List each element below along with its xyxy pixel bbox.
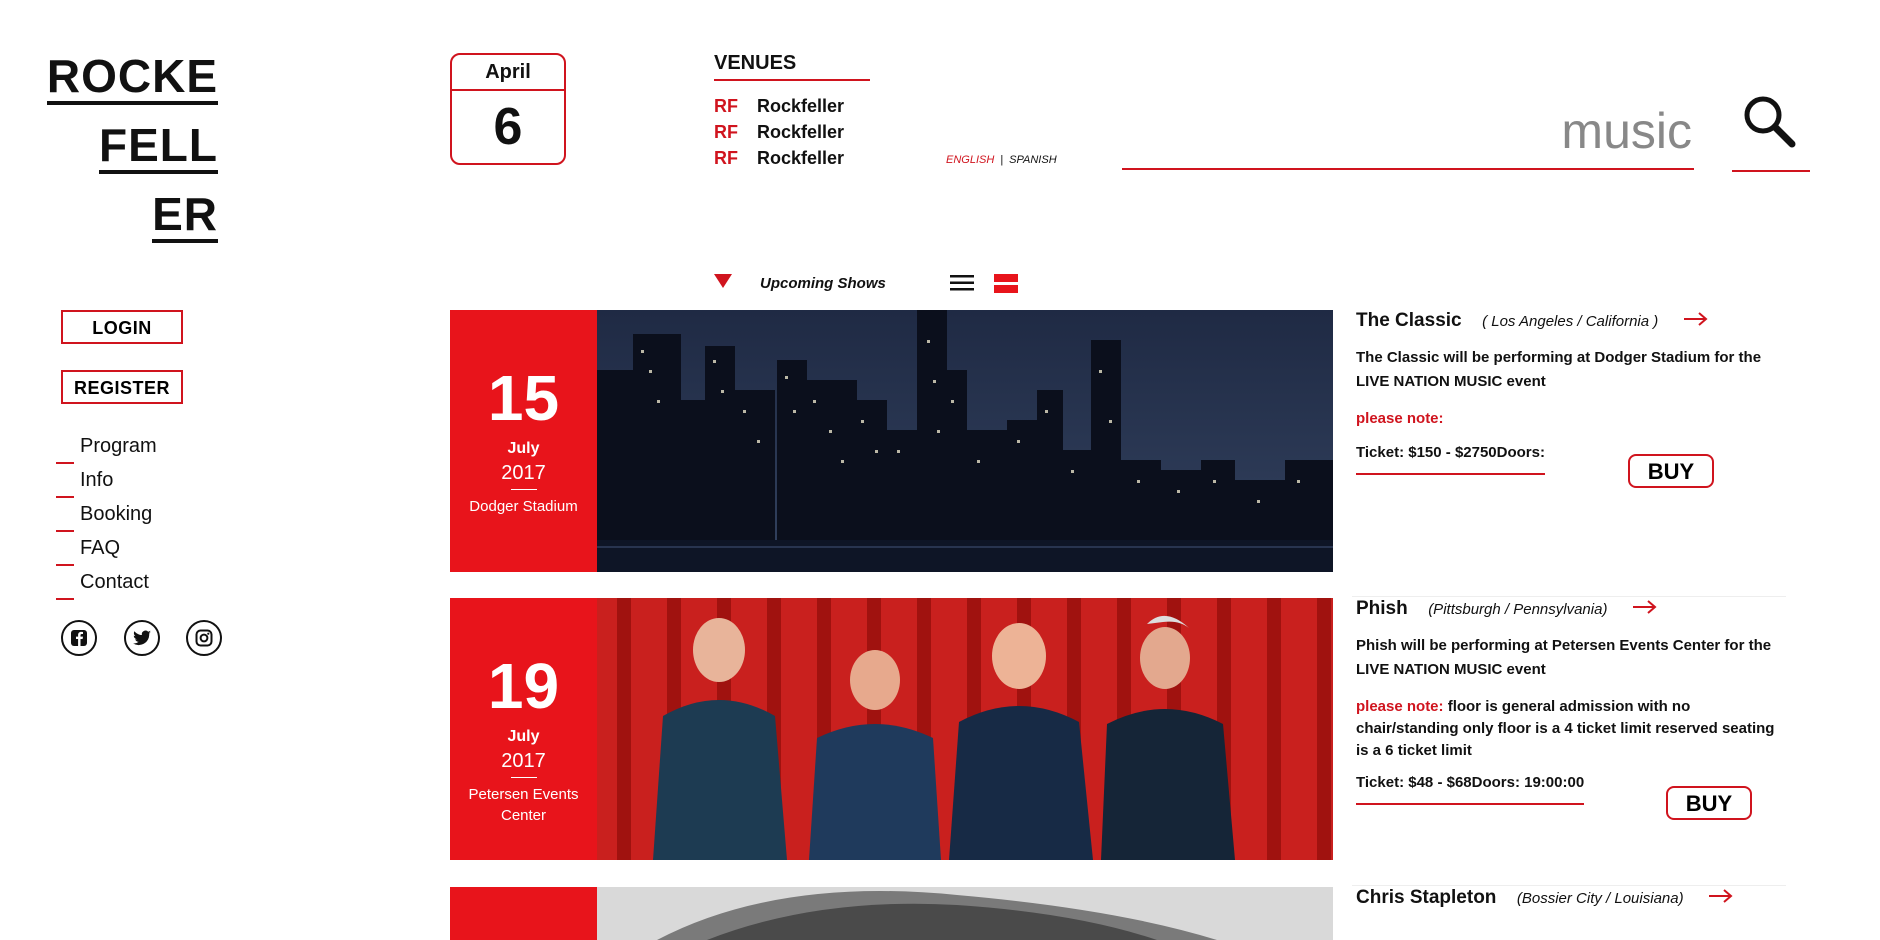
event-month: July bbox=[507, 440, 540, 457]
event-info: Chris Stapleton (Bossier City / Louisian… bbox=[1352, 885, 1790, 909]
arrow-right-icon[interactable] bbox=[1632, 600, 1658, 619]
event-note: please note: floor is general admission … bbox=[1356, 696, 1790, 762]
note-label: please note: bbox=[1356, 410, 1444, 427]
nav-item-label: Booking bbox=[80, 503, 153, 525]
upcoming-shows-label: Upcoming Shows bbox=[760, 275, 886, 292]
nav-item-program[interactable]: Program bbox=[56, 430, 157, 464]
band-photo-illustration bbox=[597, 598, 1333, 860]
city-skyline-illustration bbox=[597, 310, 1333, 572]
date-divider bbox=[510, 777, 537, 778]
card-divider bbox=[1352, 596, 1786, 597]
nav-item-faq[interactable]: FAQ bbox=[56, 532, 157, 566]
logo-line-3: ER bbox=[152, 189, 218, 243]
venue-name: Rockfeller bbox=[757, 148, 845, 168]
search-button[interactable] bbox=[1732, 92, 1810, 172]
nav-item-label: FAQ bbox=[80, 537, 121, 559]
nav-item-label: Program bbox=[80, 435, 157, 457]
event-year: 2017 bbox=[501, 462, 546, 484]
event-card: Chris Stapleton (Bossier City / Louisian… bbox=[450, 885, 1790, 940]
event-note: please note: bbox=[1356, 408, 1790, 430]
event-day: 19 bbox=[487, 650, 560, 722]
search-bar bbox=[1122, 92, 1694, 170]
facebook-button[interactable] bbox=[61, 620, 97, 656]
side-nav: Program Info Booking FAQ Contact bbox=[56, 430, 157, 600]
note-label: please note: bbox=[1356, 698, 1444, 715]
logo-line-2: FELL bbox=[99, 120, 218, 174]
today-day: 6 bbox=[493, 98, 523, 156]
logo-line-1: ROCKE bbox=[46, 51, 218, 105]
twitter-button[interactable] bbox=[124, 620, 160, 656]
venue-link[interactable]: RF Rockfeller bbox=[714, 122, 844, 143]
venue-tag: RF bbox=[714, 96, 738, 116]
buy-button[interactable]: BUY bbox=[1628, 454, 1714, 488]
search-input[interactable] bbox=[1130, 92, 1694, 170]
event-image-monochrome[interactable] bbox=[597, 887, 1333, 940]
event-date-panel: 19 July 2017 Petersen Events Center bbox=[450, 598, 597, 860]
nav-dash bbox=[56, 598, 74, 600]
language-switcher: ENGLISH | SPANISH bbox=[946, 154, 1057, 166]
event-month: July bbox=[507, 728, 540, 745]
today-month: April bbox=[452, 55, 564, 91]
venue-link[interactable]: RF Rockfeller bbox=[714, 96, 844, 117]
language-english[interactable]: ENGLISH bbox=[946, 154, 994, 166]
today-date-card: April 6 bbox=[450, 53, 566, 165]
language-separator: | bbox=[1000, 154, 1004, 166]
event-image-band-photo[interactable] bbox=[597, 598, 1333, 860]
event-description: Phish will be performing at Petersen Eve… bbox=[1356, 637, 1772, 678]
facebook-icon bbox=[71, 630, 87, 646]
twitter-icon bbox=[133, 630, 151, 646]
venue-link[interactable]: RF Rockfeller bbox=[714, 148, 844, 169]
event-location: ( Los Angeles / California ) bbox=[1482, 313, 1659, 330]
instagram-icon bbox=[195, 629, 213, 647]
event-title[interactable]: Phish bbox=[1356, 598, 1408, 620]
event-year: 2017 bbox=[501, 750, 546, 772]
login-button[interactable]: LOGIN bbox=[61, 310, 183, 344]
event-location: (Bossier City / Louisiana) bbox=[1516, 890, 1684, 907]
ticket-info: Ticket: $48 - $68Doors: 19:00:00 bbox=[1356, 774, 1585, 805]
venue-name: Rockfeller bbox=[757, 122, 845, 142]
venue-tag: RF bbox=[714, 148, 738, 168]
ticket-info: Ticket: $150 - $2750Doors: bbox=[1356, 444, 1545, 475]
buy-button[interactable]: BUY bbox=[1666, 786, 1752, 820]
nav-item-info[interactable]: Info bbox=[56, 464, 157, 498]
nav-item-contact[interactable]: Contact bbox=[56, 566, 157, 600]
nav-item-label: Info bbox=[80, 469, 114, 491]
triangle-down-icon[interactable] bbox=[714, 274, 732, 288]
event-card: 19 July 2017 Petersen Events Center Phis… bbox=[450, 596, 1790, 860]
search-icon bbox=[1744, 96, 1796, 148]
event-card: 15 July 2017 Dodger Stadium The Classic … bbox=[450, 310, 1790, 572]
event-venue: Petersen Events Center bbox=[468, 786, 579, 824]
register-button[interactable]: REGISTER bbox=[61, 370, 183, 404]
venue-name: Rockfeller bbox=[757, 96, 845, 116]
event-info: The Classic ( Los Angeles / California )… bbox=[1356, 310, 1790, 488]
card-view-icon[interactable] bbox=[994, 274, 1018, 294]
event-location: (Pittsburgh / Pennsylvania) bbox=[1428, 601, 1608, 618]
nav-item-booking[interactable]: Booking bbox=[56, 498, 157, 532]
list-view-icon[interactable] bbox=[950, 274, 974, 292]
event-day: 15 bbox=[487, 362, 560, 434]
event-date-panel: 15 July 2017 Dodger Stadium bbox=[450, 310, 597, 572]
nav-item-label: Contact bbox=[80, 571, 149, 593]
arrow-right-icon[interactable] bbox=[1708, 889, 1734, 908]
card-divider bbox=[1352, 885, 1786, 886]
event-title[interactable]: The Classic bbox=[1356, 310, 1462, 332]
date-divider bbox=[510, 489, 537, 490]
arrow-right-icon[interactable] bbox=[1683, 312, 1709, 331]
event-title[interactable]: Chris Stapleton bbox=[1356, 887, 1496, 909]
instagram-button[interactable] bbox=[186, 620, 222, 656]
event-info: Phish (Pittsburgh / Pennsylvania) Phish … bbox=[1352, 596, 1790, 820]
event-image-city-skyline[interactable] bbox=[597, 310, 1333, 572]
venues-heading: VENUES bbox=[714, 52, 870, 81]
event-description: The Classic will be performing at Dodger… bbox=[1356, 349, 1762, 390]
language-spanish[interactable]: SPANISH bbox=[1009, 154, 1056, 166]
venue-tag: RF bbox=[714, 122, 738, 142]
event-venue: Dodger Stadium bbox=[469, 498, 578, 515]
site-logo[interactable]: ROCKE FELL ER bbox=[46, 46, 218, 253]
event-date-panel bbox=[450, 887, 597, 940]
monochrome-photo-illustration bbox=[597, 887, 1333, 940]
